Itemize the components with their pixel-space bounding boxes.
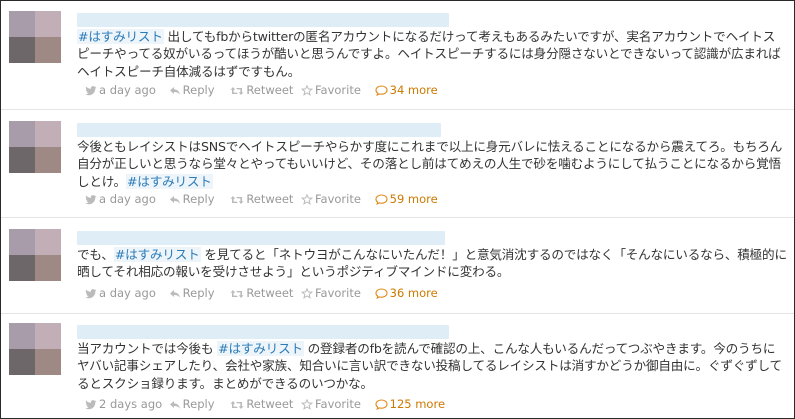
reply-button[interactable]: Reply xyxy=(169,286,227,300)
twitter-bird-icon xyxy=(85,289,97,299)
reply-label: Reply xyxy=(182,192,215,206)
favorite-button[interactable]: Favorite xyxy=(300,397,371,411)
tweet-item[interactable]: #はすみリスト 出してもfbからtwitterの匿名アカウントになるだけって考え… xyxy=(1,1,794,110)
retweet-icon xyxy=(230,290,244,298)
tweet-item[interactable]: でも、#はすみリスト を見てると「ネトウヨがこんなにいたんだ！」と意気消沈するの… xyxy=(1,217,794,314)
retweet-label: Retweet xyxy=(246,286,294,300)
timestamp-label: a day ago xyxy=(99,286,156,300)
reply-label: Reply xyxy=(182,83,215,97)
retweet-icon xyxy=(230,196,244,204)
twitter-bird-icon xyxy=(85,400,97,410)
tweet-text-run: 当アカウントでは今後も xyxy=(77,341,218,356)
tweet-timeline: #はすみリスト 出してもfbからtwitterの匿名アカウントになるだけって考え… xyxy=(0,0,795,419)
tweet-actions: a day ago Reply Retweet Favorite 36 more xyxy=(85,286,438,300)
hashtag-link[interactable]: #はすみリスト xyxy=(77,29,164,44)
favorite-label: Favorite xyxy=(314,192,361,206)
tweet-actions: 2 days ago Reply Retweet Favorite 125 mo… xyxy=(85,397,445,411)
conversation-icon xyxy=(375,194,388,205)
reply-label: Reply xyxy=(182,286,215,300)
tweet-item[interactable]: 今後ともレイシストはSNSでヘイトスピーチやらかす度にこれまで以上に身元バレに怯… xyxy=(1,109,794,218)
tweet-text: 当アカウントでは今後も #はすみリスト の登録者のfbを読んで確認の上、こんな人… xyxy=(77,340,787,392)
reply-arrow-icon xyxy=(169,290,180,298)
more-replies-label: 59 more xyxy=(389,192,438,206)
tweet-item[interactable]: 当アカウントでは今後も #はすみリスト の登録者のfbを読んで確認の上、こんな人… xyxy=(1,313,794,418)
twitter-bird-icon xyxy=(85,195,97,205)
retweet-button[interactable]: Retweet xyxy=(230,397,297,411)
tweet-text: #はすみリスト 出してもfbからtwitterの匿名アカウントになるだけって考え… xyxy=(77,28,787,80)
more-replies-link[interactable]: 36 more xyxy=(375,286,438,300)
timestamp-link[interactable]: a day ago xyxy=(85,83,165,97)
reply-arrow-icon xyxy=(169,401,180,409)
retweet-button[interactable]: Retweet xyxy=(230,286,297,300)
retweet-icon xyxy=(230,401,244,409)
tweet-text-run: でも、 xyxy=(77,247,114,262)
tweet-text: 今後ともレイシストはSNSでヘイトスピーチやらかす度にこれまで以上に身元バレに怯… xyxy=(77,138,787,190)
avatar[interactable] xyxy=(9,229,61,281)
tweet-actions: a day ago Reply Retweet Favorite 59 more xyxy=(85,192,438,206)
more-replies-link[interactable]: 34 more xyxy=(375,83,438,97)
favorite-label: Favorite xyxy=(314,397,361,411)
retweet-label: Retweet xyxy=(246,83,294,97)
twitter-bird-icon xyxy=(85,86,97,96)
star-icon xyxy=(300,85,313,96)
star-icon xyxy=(300,399,313,410)
timestamp-link[interactable]: a day ago xyxy=(85,286,165,300)
reply-label: Reply xyxy=(182,397,215,411)
conversation-icon xyxy=(375,85,388,96)
avatar[interactable] xyxy=(9,121,61,173)
more-replies-label: 125 more xyxy=(389,397,446,411)
tweet-text: でも、#はすみリスト を見てると「ネトウヨがこんなにいたんだ！」と意気消沈するの… xyxy=(77,246,787,281)
favorite-button[interactable]: Favorite xyxy=(300,83,371,97)
favorite-label: Favorite xyxy=(314,83,361,97)
avatar[interactable] xyxy=(9,11,61,63)
more-replies-link[interactable]: 59 more xyxy=(375,192,438,206)
more-replies-label: 34 more xyxy=(389,83,438,97)
star-icon xyxy=(300,194,313,205)
retweet-button[interactable]: Retweet xyxy=(230,83,297,97)
author-name-blurred[interactable] xyxy=(77,13,449,27)
timestamp-link[interactable]: a day ago xyxy=(85,192,165,206)
timestamp-label: 2 days ago xyxy=(99,397,163,411)
conversation-icon xyxy=(375,399,388,410)
more-replies-label: 36 more xyxy=(389,286,438,300)
hashtag-link[interactable]: #はすみリスト xyxy=(113,247,201,262)
author-name-blurred[interactable] xyxy=(77,231,445,245)
tweet-actions: a day ago Reply Retweet Favorite 34 more xyxy=(85,83,438,97)
author-name-blurred[interactable] xyxy=(77,123,441,137)
reply-arrow-icon xyxy=(169,87,180,95)
author-name-blurred[interactable] xyxy=(77,325,449,339)
hashtag-link[interactable]: #はすみリスト xyxy=(217,341,304,356)
tweet-text-run: 出してもfbからtwitterの匿名アカウントになるだけって考えもあるみたいです… xyxy=(77,29,781,79)
retweet-button[interactable]: Retweet xyxy=(230,192,297,206)
retweet-label: Retweet xyxy=(246,192,294,206)
hashtag-link[interactable]: #はすみリスト xyxy=(125,173,213,189)
favorite-button[interactable]: Favorite xyxy=(300,192,371,206)
timestamp-label: a day ago xyxy=(99,192,156,206)
favorite-label: Favorite xyxy=(314,286,361,300)
reply-arrow-icon xyxy=(169,196,180,204)
timestamp-label: a day ago xyxy=(99,83,156,97)
retweet-label: Retweet xyxy=(246,397,294,411)
conversation-icon xyxy=(375,288,388,299)
reply-button[interactable]: Reply xyxy=(169,397,227,411)
favorite-button[interactable]: Favorite xyxy=(300,286,371,300)
star-icon xyxy=(300,288,313,299)
avatar[interactable] xyxy=(9,323,61,375)
more-replies-link[interactable]: 125 more xyxy=(375,397,445,411)
timestamp-link[interactable]: 2 days ago xyxy=(85,397,165,411)
reply-button[interactable]: Reply xyxy=(169,83,227,97)
retweet-icon xyxy=(230,87,244,95)
reply-button[interactable]: Reply xyxy=(169,192,227,206)
